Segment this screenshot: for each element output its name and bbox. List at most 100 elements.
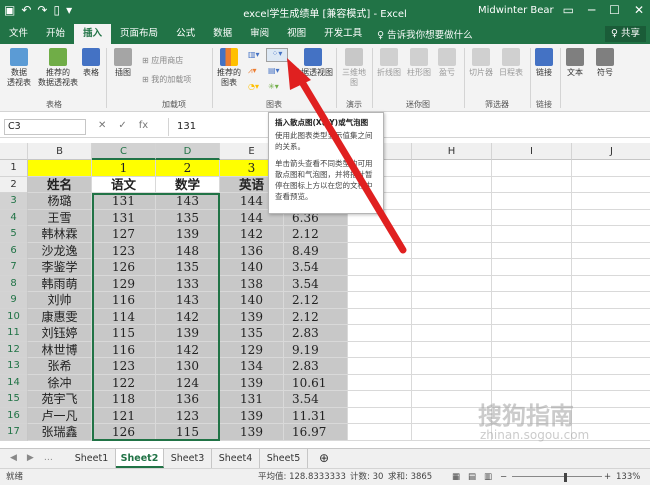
cell-e10[interactable]: 139 (220, 308, 284, 325)
cell-c12[interactable]: 116 (92, 341, 156, 358)
cell-f12[interactable]: 9.19 (284, 341, 348, 358)
cell-i9[interactable] (492, 292, 572, 309)
text-button[interactable]: 文本 (562, 48, 588, 78)
column-header-d[interactable]: D (156, 143, 220, 160)
cell-c3[interactable]: 131 (92, 193, 156, 210)
cell-b11[interactable]: 刘钰婷 (28, 325, 92, 342)
cell-g15[interactable] (348, 391, 412, 408)
cell-e8[interactable]: 138 (220, 275, 284, 292)
pivot-chart-button[interactable]: 数据透视图 (292, 48, 334, 78)
scatter-chart-button[interactable]: ⁘▾ (266, 48, 288, 62)
cell-i7[interactable] (492, 259, 572, 276)
cell-i13[interactable] (492, 358, 572, 375)
cell-j6[interactable] (572, 243, 650, 259)
column-chart-button[interactable]: ▥▾ (248, 50, 260, 59)
cell-g14[interactable] (348, 374, 412, 391)
cell-i12[interactable] (492, 341, 572, 358)
cell-e12[interactable]: 129 (220, 341, 284, 358)
select-all-corner[interactable] (0, 143, 28, 160)
cell-h3[interactable] (412, 193, 492, 210)
cell-c9[interactable]: 116 (92, 292, 156, 309)
cell-j12[interactable] (572, 342, 650, 358)
cell-g6[interactable] (348, 242, 412, 259)
area-chart-button[interactable]: ✳▾ (268, 82, 279, 91)
row-header-9[interactable]: 9 (0, 292, 28, 309)
page-layout-icon[interactable]: ▤ (468, 469, 476, 485)
cell-j14[interactable] (572, 375, 650, 391)
cell-j16[interactable] (572, 408, 650, 424)
cell-c15[interactable]: 118 (92, 391, 156, 408)
line-chart-button[interactable]: ⩘▾ (248, 66, 257, 76)
function-icon[interactable]: fx (139, 120, 148, 131)
cell-j13[interactable] (572, 358, 650, 375)
cell-c17[interactable]: 126 (92, 424, 156, 441)
cell-f5[interactable]: 2.12 (284, 226, 348, 243)
row-header-10[interactable]: 10 (0, 308, 28, 325)
maximize-icon[interactable]: ☐ (609, 3, 620, 17)
tab-review[interactable]: 审阅 (241, 24, 278, 44)
table-button[interactable]: 表格 (80, 48, 102, 78)
statistic-chart-button[interactable]: ▤▾ (268, 66, 280, 75)
cell-j8[interactable] (572, 276, 650, 292)
cell-f7[interactable]: 3.54 (284, 259, 348, 276)
cell-j9[interactable] (572, 292, 650, 309)
row-header-14[interactable]: 14 (0, 374, 28, 391)
cell-b4[interactable]: 王雪 (28, 209, 92, 226)
column-header-b[interactable]: B (28, 143, 92, 160)
store-button[interactable]: ⊞ 应用商店 (142, 55, 183, 66)
tab-formulas[interactable]: 公式 (167, 24, 204, 44)
cell-h6[interactable] (412, 242, 492, 259)
tell-me-search[interactable]: ♀ 告诉我你想要做什么 (371, 27, 478, 41)
row-header-15[interactable]: 15 (0, 391, 28, 408)
tab-file[interactable]: 文件 (0, 24, 37, 44)
cell-d5[interactable]: 139 (156, 226, 220, 243)
cell-h9[interactable] (412, 292, 492, 309)
cell-b12[interactable]: 林世博 (28, 341, 92, 358)
column-header-c[interactable]: C (92, 143, 156, 160)
cell-i1[interactable] (492, 160, 572, 177)
cell-d10[interactable]: 142 (156, 308, 220, 325)
cell-e11[interactable]: 135 (220, 325, 284, 342)
sparkline-winloss-button[interactable]: 盈亏 (434, 48, 460, 78)
cell-g5[interactable] (348, 226, 412, 243)
cell-g8[interactable] (348, 275, 412, 292)
cell-g16[interactable] (348, 407, 412, 424)
cell-i6[interactable] (492, 242, 572, 259)
column-header-j[interactable]: J (572, 143, 650, 160)
cell-j4[interactable] (572, 210, 650, 226)
row-header-17[interactable]: 17 (0, 424, 28, 441)
zoom-slider-thumb[interactable] (564, 473, 567, 482)
cell-d3[interactable]: 143 (156, 193, 220, 210)
sheet-tab-3[interactable]: Sheet3 (164, 449, 212, 468)
cell-e13[interactable]: 134 (220, 358, 284, 375)
cell-j10[interactable] (572, 309, 650, 325)
cell-c5[interactable]: 127 (92, 226, 156, 243)
zoom-slider[interactable] (512, 476, 602, 477)
row-header-8[interactable]: 8 (0, 275, 28, 292)
cell-h10[interactable] (412, 308, 492, 325)
sheet-tab-2[interactable]: Sheet2 (116, 449, 164, 468)
formula-input[interactable]: 131 (168, 118, 646, 136)
cell-d1[interactable]: 2 (156, 160, 220, 177)
cell-c1[interactable]: 1 (92, 160, 156, 177)
cell-j5[interactable] (572, 226, 650, 243)
user-name[interactable]: Midwinter Bear (478, 5, 554, 16)
row-header-12[interactable]: 12 (0, 341, 28, 358)
cell-h5[interactable] (412, 226, 492, 243)
cell-f11[interactable]: 2.83 (284, 325, 348, 342)
cell-f13[interactable]: 2.83 (284, 358, 348, 375)
tab-home[interactable]: 开始 (37, 24, 74, 44)
cell-b14[interactable]: 徐冲 (28, 374, 92, 391)
tab-page-layout[interactable]: 页面布局 (111, 24, 167, 44)
cell-c7[interactable]: 126 (92, 259, 156, 276)
cell-d14[interactable]: 124 (156, 374, 220, 391)
sheet-tab-1[interactable]: Sheet1 (68, 449, 116, 468)
cell-f16[interactable]: 11.31 (284, 407, 348, 424)
column-header-h[interactable]: H (412, 143, 492, 160)
cell-b9[interactable]: 刘帅 (28, 292, 92, 309)
cell-d2[interactable]: 数学 (156, 176, 220, 193)
zoom-level[interactable]: 133% (616, 469, 640, 485)
cell-e5[interactable]: 142 (220, 226, 284, 243)
normal-view-icon[interactable]: ▦ (452, 469, 460, 485)
cell-b13[interactable]: 张希 (28, 358, 92, 375)
